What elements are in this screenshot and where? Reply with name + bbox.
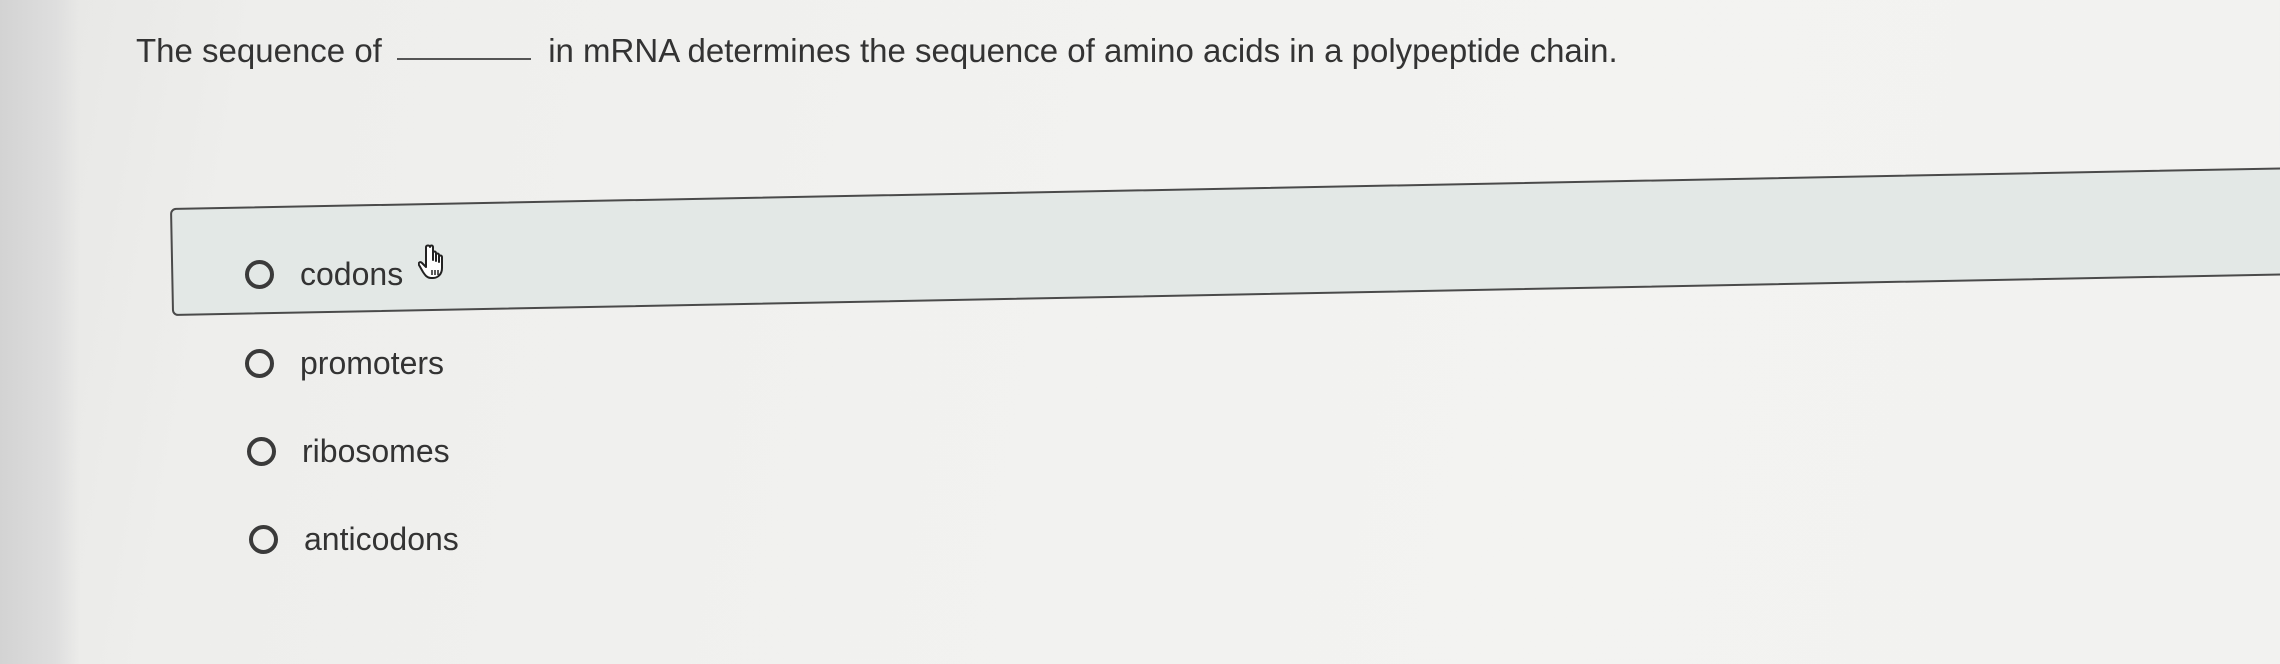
option-ribosomes[interactable]: ribosomes	[247, 428, 450, 474]
option-label: anticodons	[304, 520, 459, 557]
answer-options: codons promoters ribosomes anticodons	[0, 0, 2280, 664]
radio-circle-icon[interactable]	[249, 524, 278, 554]
radio-circle-icon[interactable]	[247, 436, 276, 466]
radio-circle-icon[interactable]	[245, 348, 274, 378]
option-label: promoters	[300, 344, 445, 381]
option-anticodons[interactable]: anticodons	[249, 516, 459, 562]
hover-highlight	[170, 166, 2280, 316]
option-label: ribosomes	[302, 432, 450, 469]
option-codons[interactable]: codons	[245, 251, 403, 297]
option-label: codons	[300, 255, 404, 292]
hand-pointer-icon	[418, 244, 443, 279]
radio-circle-icon[interactable]	[245, 259, 274, 289]
option-promoters[interactable]: promoters	[245, 340, 444, 386]
